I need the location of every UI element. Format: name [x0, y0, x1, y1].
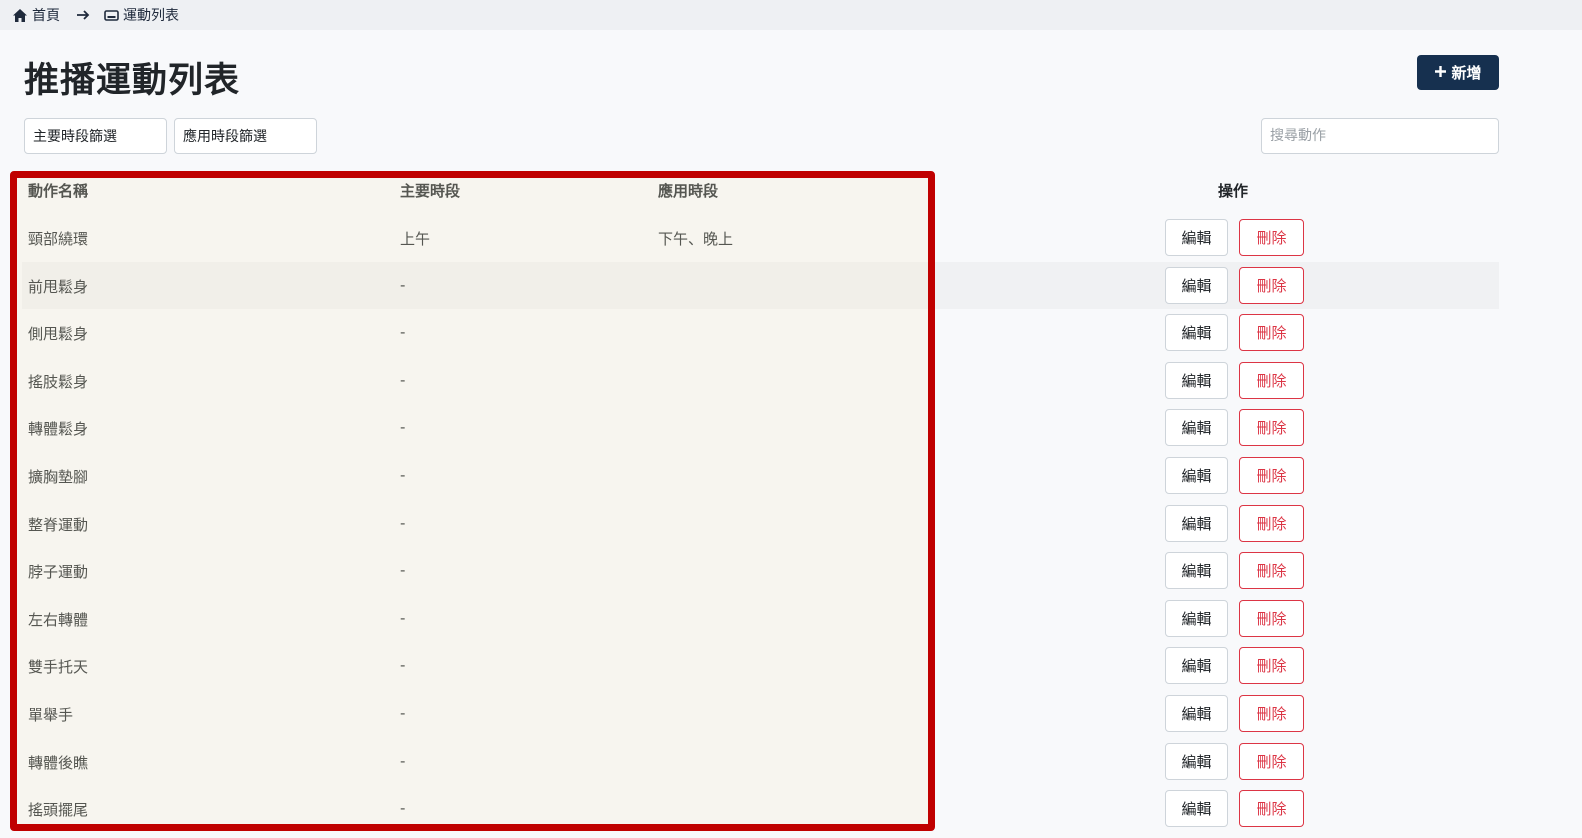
- main-period: -: [400, 703, 406, 722]
- edit-button[interactable]: 編輯: [1165, 456, 1228, 494]
- edit-button[interactable]: 編輯: [1165, 599, 1228, 637]
- table-row: 側甩鬆身 - 編輯 刪除: [22, 309, 1499, 357]
- exercise-name: 整脊運動: [28, 515, 89, 534]
- edit-button[interactable]: 編輯: [1165, 552, 1228, 590]
- exercise-name: 雙手托天: [28, 658, 89, 677]
- exercise-name: 脖子運動: [28, 563, 89, 582]
- delete-button[interactable]: 刪除: [1239, 790, 1304, 828]
- exercise-name: 前甩鬆身: [28, 277, 89, 296]
- plus-icon: [1434, 64, 1447, 82]
- main-period: -: [400, 751, 406, 770]
- main-period-filter[interactable]: 主要時段篩選: [24, 118, 167, 154]
- page-title: 推播運動列表: [24, 61, 241, 101]
- delete-button[interactable]: 刪除: [1239, 219, 1304, 256]
- edit-button[interactable]: 編輯: [1165, 219, 1228, 256]
- breadcrumb-home-label: 首頁: [32, 8, 60, 24]
- delete-button[interactable]: 刪除: [1239, 456, 1304, 494]
- arrow-right-icon: [76, 9, 90, 21]
- exercise-name: 搖頭擺尾: [28, 801, 89, 820]
- search-input[interactable]: [1261, 118, 1499, 154]
- table-row: 擴胸墊腳 - 編輯 刪除: [22, 452, 1499, 500]
- applied-period-filter[interactable]: 應用時段篩選: [174, 118, 317, 154]
- edit-button[interactable]: 編輯: [1165, 694, 1228, 732]
- exercise-name: 側甩鬆身: [28, 325, 89, 344]
- delete-button[interactable]: 刪除: [1239, 599, 1304, 637]
- table-row: 脖子運動 - 編輯 刪除: [22, 547, 1499, 595]
- add-button[interactable]: 新增: [1417, 55, 1499, 90]
- main-period: -: [400, 799, 406, 818]
- edit-button[interactable]: 編輯: [1165, 504, 1228, 542]
- table-row: 搖肢鬆身 - 編輯 刪除: [22, 357, 1499, 405]
- table-row: 頸部繞環 上午 下午、晚上 編輯 刪除: [22, 214, 1499, 262]
- breadcrumb-current[interactable]: 運動列表: [104, 5, 179, 25]
- monitor-icon: [104, 9, 119, 22]
- applied-period: 下午、晚上: [658, 230, 734, 248]
- delete-button[interactable]: 刪除: [1239, 504, 1304, 542]
- table-row: 前甩鬆身 - 編輯 刪除: [22, 261, 1499, 310]
- delete-button[interactable]: 刪除: [1239, 742, 1304, 780]
- main-period: -: [400, 275, 406, 294]
- main-period: 上午: [400, 230, 431, 248]
- table-header: 動作名稱 主要時段 應用時段 操作: [22, 166, 1499, 214]
- table-row: 搖頭擺尾 - 編輯 刪除: [22, 785, 1499, 833]
- delete-button[interactable]: 刪除: [1239, 552, 1304, 590]
- edit-button[interactable]: 編輯: [1165, 742, 1228, 780]
- main-period: -: [400, 323, 406, 342]
- delete-button[interactable]: 刪除: [1239, 694, 1304, 732]
- table-row: 整脊運動 - 編輯 刪除: [22, 500, 1499, 548]
- column-header-main-period: 主要時段: [400, 182, 461, 200]
- table-row: 轉體鬆身 - 編輯 刪除: [22, 404, 1499, 452]
- column-header-name: 動作名稱: [28, 182, 89, 200]
- edit-button[interactable]: 編輯: [1165, 647, 1228, 685]
- table-body: 頸部繞環 上午 下午、晚上 編輯 刪除 前甩鬆身 - 編輯 刪除 側甩鬆身 - 編輯 刪除 搖肢鬆身 - 編輯…: [22, 214, 1499, 833]
- exercise-table: 動作名稱 主要時段 應用時段 操作 頸部繞環 上午 下午、晚上 編輯 刪除 前甩鬆身 - 編輯…: [22, 166, 1499, 833]
- column-header-applied-period: 應用時段: [658, 182, 719, 200]
- table-row: 雙手托天 - 編輯 刪除: [22, 642, 1499, 690]
- column-header-operations: 操作: [1218, 182, 1249, 200]
- exercise-name: 搖肢鬆身: [28, 372, 89, 391]
- table-row: 轉體後瞧 - 編輯 刪除: [22, 738, 1499, 786]
- main-period: -: [400, 418, 406, 437]
- exercise-name: 轉體鬆身: [28, 420, 89, 439]
- exercise-name: 左右轉體: [28, 610, 89, 629]
- home-icon: [12, 8, 28, 23]
- main-period: -: [400, 513, 406, 532]
- exercise-name: 轉體後瞧: [28, 753, 89, 772]
- main-period: -: [400, 465, 406, 484]
- delete-button[interactable]: 刪除: [1239, 266, 1304, 304]
- breadcrumb: 首頁 運動列表: [0, 0, 1582, 30]
- edit-button[interactable]: 編輯: [1165, 314, 1228, 352]
- edit-button[interactable]: 編輯: [1165, 266, 1228, 304]
- edit-button[interactable]: 編輯: [1165, 790, 1228, 828]
- exercise-name: 頸部繞環: [28, 230, 89, 248]
- table-row: 左右轉體 - 編輯 刪除: [22, 595, 1499, 643]
- breadcrumb-home[interactable]: 首頁: [12, 5, 60, 25]
- delete-button[interactable]: 刪除: [1239, 409, 1304, 447]
- main-period: -: [400, 656, 406, 675]
- exercise-name: 單舉手: [28, 705, 74, 724]
- edit-button[interactable]: 編輯: [1165, 409, 1228, 447]
- delete-button[interactable]: 刪除: [1239, 361, 1304, 399]
- delete-button[interactable]: 刪除: [1239, 314, 1304, 352]
- breadcrumb-current-label: 運動列表: [123, 8, 179, 24]
- delete-button[interactable]: 刪除: [1239, 647, 1304, 685]
- add-button-label: 新增: [1451, 64, 1482, 82]
- exercise-name: 擴胸墊腳: [28, 467, 89, 486]
- edit-button[interactable]: 編輯: [1165, 361, 1228, 399]
- main-period: -: [400, 561, 406, 580]
- main-period: -: [400, 370, 406, 389]
- table-row: 單舉手 - 編輯 刪除: [22, 690, 1499, 738]
- main-period: -: [400, 608, 406, 627]
